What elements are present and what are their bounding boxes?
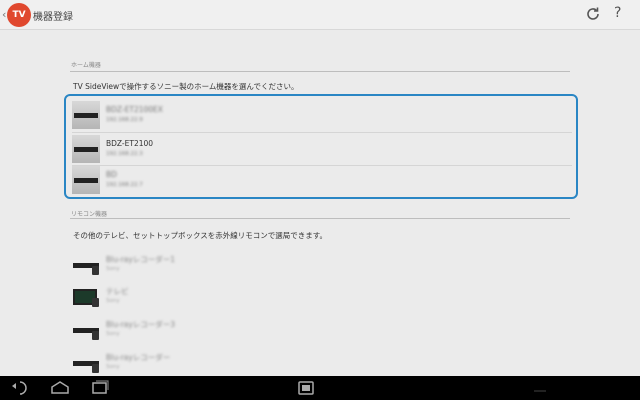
home-nav-icon[interactable] <box>50 380 70 396</box>
menu-icon[interactable] <box>530 380 550 396</box>
device-address: 192.168.22.7 <box>106 182 143 188</box>
refresh-icon[interactable] <box>585 6 601 22</box>
remote-device-row[interactable]: テレビ Sony <box>72 282 572 315</box>
recorder-thumbnail <box>72 166 100 194</box>
remote-device-row[interactable]: Blu-rayレコーダー3 Sony <box>72 315 572 348</box>
help-icon[interactable]: ? <box>614 5 621 21</box>
device-name: Blu-rayレコーダー <box>106 353 171 362</box>
home-device-row[interactable]: BD 192.168.22.7 <box>72 164 572 197</box>
device-maker: Sony <box>106 298 120 304</box>
device-name: BD <box>106 170 117 179</box>
remote-control-icon <box>92 298 99 307</box>
home-section-heading: ホーム機器 <box>71 62 101 69</box>
device-maker: Sony <box>106 364 120 370</box>
device-maker: Sony <box>106 266 120 272</box>
recorder-thumbnail <box>72 135 100 163</box>
remote-section-description: その他のテレビ、セットトップボックスを赤外線リモコンで選局できます。 <box>73 231 328 240</box>
device-name: Blu-rayレコーダー3 <box>106 320 176 329</box>
device-maker: Sony <box>106 331 120 337</box>
device-list-content: ホーム機器 TV SideViewで操作するソニー製のホーム機器を選んでください… <box>0 30 640 376</box>
device-name: テレビ <box>106 287 129 296</box>
device-name: BDZ-ET2100 <box>106 139 154 148</box>
device-address: 192.168.22.3 <box>106 151 143 157</box>
remote-control-icon <box>92 266 99 275</box>
recorder-thumbnail <box>72 101 100 129</box>
screenshot-icon[interactable] <box>296 380 316 396</box>
device-name: BDZ-ET2100EX <box>106 105 163 114</box>
app-logo-icon[interactable]: TV <box>7 3 31 27</box>
home-device-row[interactable]: BDZ-ET2100 192.168.22.3 <box>72 133 572 166</box>
device-address: 192.168.22.9 <box>106 117 143 123</box>
system-navigation-bar <box>0 376 640 400</box>
recent-apps-icon[interactable] <box>90 380 110 396</box>
remote-control-icon <box>92 331 99 340</box>
page-title: 機器登録 <box>33 12 73 23</box>
remote-section-heading: リモコン機器 <box>71 211 108 218</box>
home-device-row[interactable]: BDZ-ET2100EX 192.168.22.9 <box>72 99 572 132</box>
action-bar: ‹ TV 機器登録 ? <box>0 0 640 30</box>
back-icon[interactable]: ‹ <box>2 8 6 21</box>
home-section-divider <box>70 71 570 72</box>
remote-section-divider <box>70 218 570 219</box>
remote-control-icon <box>92 364 99 373</box>
remote-device-row[interactable]: Blu-rayレコーダー1 Sony <box>72 250 572 283</box>
device-name: Blu-rayレコーダー1 <box>106 255 176 264</box>
back-nav-icon[interactable] <box>10 380 30 396</box>
home-section-description: TV SideViewで操作するソニー製のホーム機器を選んでください。 <box>73 82 299 91</box>
